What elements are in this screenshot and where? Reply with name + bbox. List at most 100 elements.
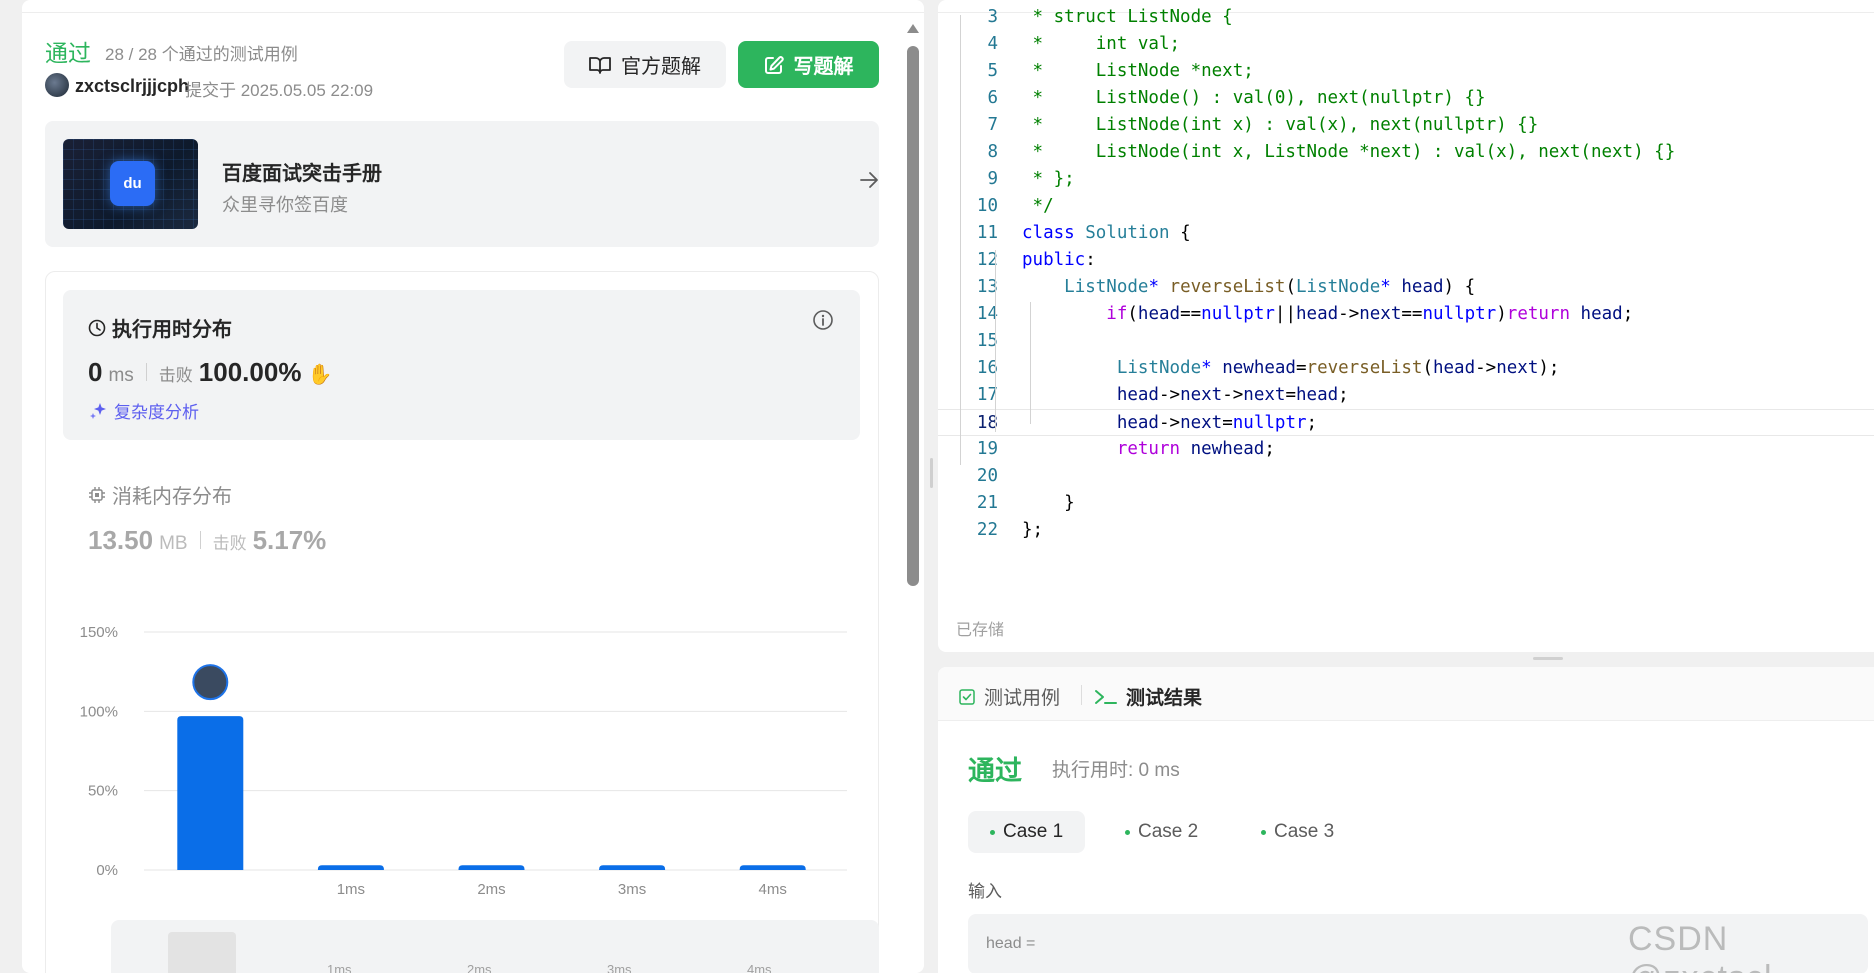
avatar bbox=[192, 664, 229, 701]
test-tabbar: 测试用例 测试结果 bbox=[938, 667, 1874, 721]
memory-value: 13.50 bbox=[88, 525, 154, 555]
line-number: 5 bbox=[987, 61, 998, 81]
scroll-up-arrow[interactable] bbox=[907, 24, 919, 33]
bar[interactable] bbox=[317, 865, 384, 870]
avatar[interactable] bbox=[45, 73, 69, 97]
memory-panel[interactable]: 消耗内存分布 bbox=[88, 480, 232, 509]
y-tick-label: 0% bbox=[96, 862, 118, 879]
code-text[interactable]: return newhead; bbox=[1022, 436, 1275, 463]
submission-panel: 通过 28 / 28 个通过的测试用例 zxctsclrjjjcph 提交于 2… bbox=[22, 0, 924, 973]
official-solution-button[interactable]: 官方题解 bbox=[564, 41, 726, 88]
line-number: 18 bbox=[976, 413, 998, 433]
code-text[interactable]: * }; bbox=[1022, 166, 1075, 193]
line-number: 12 bbox=[976, 250, 998, 270]
code-line[interactable]: 22}; bbox=[938, 517, 1874, 544]
tab-test-cases[interactable]: 测试用例 bbox=[958, 683, 1060, 710]
mini-tick-label: 4ms bbox=[747, 962, 772, 973]
passed-count: 28 / 28 个通过的测试用例 bbox=[105, 45, 298, 64]
code-line[interactable]: 15 bbox=[938, 328, 1874, 355]
range-selection-handle[interactable] bbox=[168, 932, 236, 973]
line-number: 19 bbox=[976, 439, 998, 459]
official-solution-label: 官方题解 bbox=[621, 56, 701, 78]
code-line[interactable]: 11 class Solution { bbox=[938, 220, 1874, 247]
runtime-value-row: 0 ms 击败 100.00% ✋ bbox=[88, 357, 332, 388]
bar[interactable] bbox=[177, 716, 244, 870]
write-solution-label: 写题解 bbox=[793, 56, 854, 78]
code-line[interactable]: 7 * ListNode(int x) : val(x), next(nullp… bbox=[938, 112, 1874, 139]
resize-handle[interactable] bbox=[930, 458, 933, 488]
code-text[interactable]: * ListNode *next; bbox=[1022, 58, 1254, 85]
code-line[interactable]: 20 bbox=[938, 463, 1874, 490]
promo-image: du bbox=[63, 139, 198, 229]
line-number: 17 bbox=[976, 385, 998, 405]
divider bbox=[1081, 685, 1082, 705]
info-icon[interactable] bbox=[812, 309, 834, 331]
code-line[interactable]: 5 * ListNode *next; bbox=[938, 58, 1874, 85]
indent-guide bbox=[960, 15, 961, 465]
code-text[interactable]: ListNode* reverseList(ListNode* head) { bbox=[1022, 274, 1475, 301]
code-line[interactable]: 21 } bbox=[938, 490, 1874, 517]
code-text[interactable]: */ bbox=[1022, 193, 1054, 220]
code-text[interactable]: }; bbox=[1022, 517, 1043, 544]
line-number: 21 bbox=[976, 493, 998, 513]
runtime-distribution-chart[interactable]: 0% 50% 100% 150% 1ms 2ms 3ms 4ms bbox=[22, 610, 902, 910]
code-text[interactable]: head->next=nullptr; bbox=[1022, 410, 1317, 437]
bar[interactable] bbox=[458, 865, 525, 870]
input-label: 输入 bbox=[968, 882, 1002, 901]
memory-title-label: 消耗内存分布 bbox=[112, 486, 232, 508]
code-text[interactable]: ListNode* newhead=reverseList(head->next… bbox=[1022, 355, 1560, 382]
write-solution-button[interactable]: 写题解 bbox=[738, 41, 879, 88]
case-tab-3[interactable]: Case 3 bbox=[1239, 811, 1356, 853]
code-line[interactable]: 3 * struct ListNode { bbox=[938, 4, 1874, 31]
code-line[interactable]: 14 if(head==nullptr||head->next==nullptr… bbox=[938, 301, 1874, 328]
x-tick-label: 3ms bbox=[618, 881, 646, 898]
resize-handle-horizontal[interactable] bbox=[1533, 657, 1563, 660]
code-text[interactable]: public: bbox=[1022, 247, 1096, 274]
bar[interactable] bbox=[599, 865, 666, 870]
runtime-unit: ms bbox=[108, 365, 134, 386]
complexity-label: 复杂度分析 bbox=[114, 403, 199, 422]
code-line[interactable]: 13 ListNode* reverseList(ListNode* head)… bbox=[938, 274, 1874, 301]
line-number: 9 bbox=[987, 169, 998, 189]
baidu-logo: du bbox=[110, 161, 155, 206]
code-line[interactable]: 10 */ bbox=[938, 193, 1874, 220]
code-text[interactable]: * ListNode(int x, ListNode *next) : val(… bbox=[1022, 139, 1676, 166]
code-text[interactable]: * int val; bbox=[1022, 31, 1181, 58]
code-line[interactable]: 6 * ListNode() : val(0), next(nullptr) {… bbox=[938, 85, 1874, 112]
line-number: 10 bbox=[976, 196, 998, 216]
code-text[interactable]: } bbox=[1022, 490, 1075, 517]
result-status: 通过 bbox=[968, 756, 1022, 786]
code-line[interactable]: 4 * int val; bbox=[938, 31, 1874, 58]
memory-unit: MB bbox=[159, 533, 188, 554]
scrollbar[interactable] bbox=[907, 46, 919, 586]
complexity-analysis-link[interactable]: 复杂度分析 bbox=[88, 398, 199, 423]
mini-tick-label: 3ms bbox=[607, 962, 632, 973]
code-line[interactable]: 9 * }; bbox=[938, 166, 1874, 193]
code-text[interactable]: head->next->next=head; bbox=[1022, 382, 1349, 409]
code-line[interactable]: 8 * ListNode(int x, ListNode *next) : va… bbox=[938, 139, 1874, 166]
promo-card[interactable]: du 百度面试突击手册 众里寻你签百度 bbox=[45, 121, 879, 247]
code-line[interactable]: 12 public: bbox=[938, 247, 1874, 274]
case-tab-2[interactable]: Case 2 bbox=[1103, 811, 1220, 853]
case-label: Case 2 bbox=[1138, 821, 1199, 842]
line-number: 4 bbox=[987, 34, 998, 54]
code-line[interactable]: 19 return newhead; bbox=[938, 436, 1874, 463]
code-line[interactable]: 16 ListNode* newhead=reverseList(head->n… bbox=[938, 355, 1874, 382]
case-tab-1[interactable]: Case 1 bbox=[968, 811, 1086, 853]
pass-dot-icon bbox=[990, 829, 995, 835]
code-editor[interactable]: 3 * struct ListNode {4 * int val; 5 * Lis… bbox=[938, 0, 1874, 652]
code-text[interactable]: * struct ListNode { bbox=[1022, 4, 1233, 31]
code-text[interactable]: * ListNode() : val(0), next(nullptr) {} bbox=[1022, 85, 1486, 112]
code-text[interactable]: * ListNode(int x) : val(x), next(nullptr… bbox=[1022, 112, 1539, 139]
input-variable: head = bbox=[986, 935, 1036, 952]
bar[interactable] bbox=[739, 865, 806, 870]
mini-tick-label: 1ms bbox=[327, 962, 352, 973]
code-line[interactable]: 18 head->next=nullptr; bbox=[938, 409, 1874, 436]
tab-test-results[interactable]: 测试结果 bbox=[1094, 683, 1202, 710]
runtime-beat-label: 击败 bbox=[158, 366, 193, 385]
code-text[interactable]: class Solution { bbox=[1022, 220, 1191, 247]
user-name[interactable]: zxctsclrjjjcph bbox=[75, 76, 189, 97]
sparkle-icon bbox=[90, 402, 106, 419]
code-text[interactable]: if(head==nullptr||head->next==nullptr)re… bbox=[1022, 301, 1633, 328]
code-line[interactable]: 17 head->next->next=head; bbox=[938, 382, 1874, 409]
